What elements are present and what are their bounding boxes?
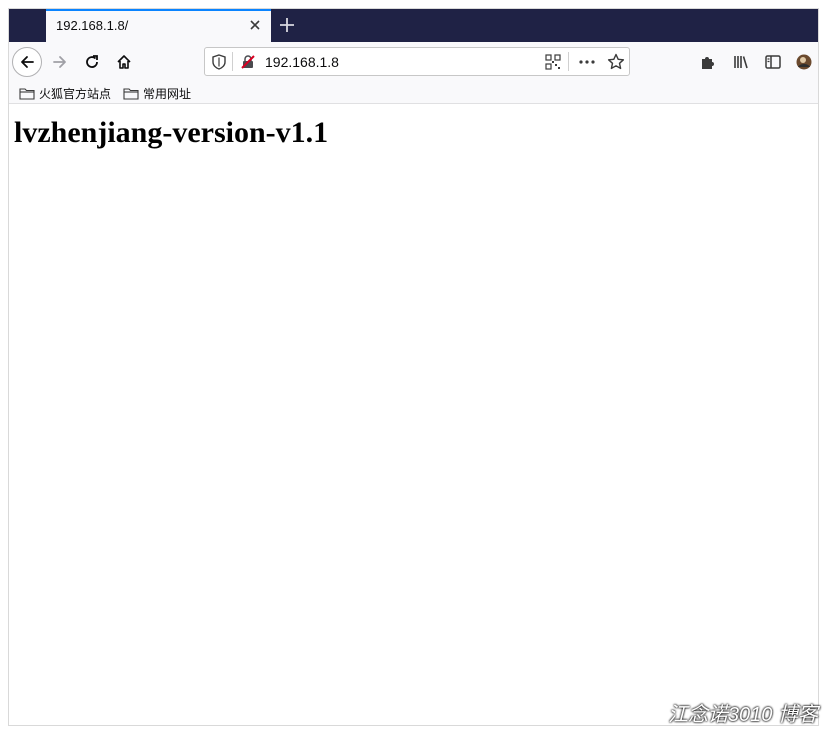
qr-code-icon[interactable] xyxy=(545,54,561,75)
new-tab-icon[interactable] xyxy=(277,15,297,35)
close-tab-icon[interactable] xyxy=(247,17,263,33)
back-button[interactable] xyxy=(12,47,42,77)
library-icon xyxy=(734,56,748,69)
bookmark-label: 火狐官方站点 xyxy=(39,86,112,101)
folder-icon xyxy=(19,87,35,100)
extensions-button[interactable] xyxy=(694,48,722,76)
forward-button[interactable] xyxy=(46,48,74,76)
home-icon xyxy=(117,55,131,69)
avatar-icon xyxy=(796,54,812,70)
insecure-lock-icon[interactable] xyxy=(240,54,256,75)
puzzle-icon xyxy=(702,57,714,69)
page-actions-icon[interactable] xyxy=(578,54,596,75)
account-avatar[interactable] xyxy=(790,48,818,76)
bookmark-folder-common[interactable]: 常用网址 xyxy=(123,84,191,102)
sidebar-icon xyxy=(765,55,781,69)
url-text: 192.168.1.8 xyxy=(265,54,339,70)
page-heading: lvzhenjiang-version-v1.1 xyxy=(14,116,329,149)
browser-window: 192.168.1.8/ 192.168.1.8 火狐官方站点 常用网址 lvz… xyxy=(8,8,819,726)
bookmark-label: 常用网址 xyxy=(143,86,192,101)
library-button[interactable] xyxy=(727,48,755,76)
urlbar-divider xyxy=(232,52,233,71)
page-content: lvzhenjiang-version-v1.1 xyxy=(9,104,818,725)
forward-arrow-icon xyxy=(53,56,66,68)
reload-icon xyxy=(86,55,98,68)
home-button[interactable] xyxy=(110,48,138,76)
sidebar-button[interactable] xyxy=(759,48,787,76)
tab-title: 192.168.1.8/ xyxy=(56,18,129,33)
bookmark-star-icon[interactable] xyxy=(607,53,625,76)
back-arrow-icon xyxy=(21,56,34,68)
tab-active[interactable]: 192.168.1.8/ xyxy=(46,9,271,42)
address-bar[interactable]: 192.168.1.8 xyxy=(204,47,630,76)
reload-button[interactable] xyxy=(78,48,106,76)
folder-icon xyxy=(123,87,139,100)
urlbar-divider xyxy=(568,52,569,71)
watermark: 江念诺3010 博客 xyxy=(667,704,818,726)
bookmarks-toolbar: 火狐官方站点 常用网址 xyxy=(9,82,818,104)
navigation-toolbar: 192.168.1.8 xyxy=(9,42,818,82)
shield-icon[interactable] xyxy=(212,54,226,75)
bookmark-folder-firefox[interactable]: 火狐官方站点 xyxy=(19,84,111,102)
tab-strip: 192.168.1.8/ xyxy=(9,9,818,42)
